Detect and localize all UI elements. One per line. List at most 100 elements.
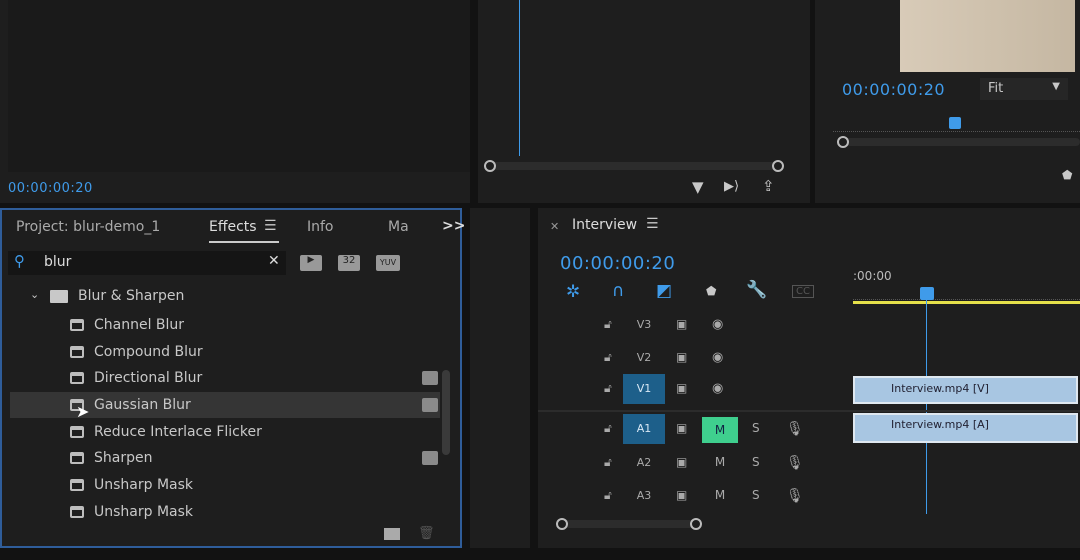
track-target[interactable]: A1 xyxy=(623,414,665,444)
accelerated-effects-filter[interactable]: ▶ xyxy=(300,255,322,271)
zoom-scrollbar[interactable] xyxy=(490,162,780,170)
sync-lock-icon[interactable]: ▣ xyxy=(676,421,687,435)
effect-item[interactable]: Channel Blur xyxy=(10,312,440,338)
work-area-bar[interactable] xyxy=(853,301,1080,304)
playhead[interactable] xyxy=(920,287,934,300)
effect-label: Reduce Interlace Flicker xyxy=(94,424,262,440)
effect-item[interactable]: Unsharp Mask xyxy=(10,472,440,498)
marker-icon[interactable]: ⬟ xyxy=(1062,168,1072,182)
menu-icon[interactable]: ☰ xyxy=(264,218,277,234)
sync-lock-icon[interactable]: ▣ xyxy=(676,381,687,395)
tab-effects[interactable]: Effects xyxy=(209,219,257,235)
effect-item[interactable]: Compound Blur xyxy=(10,339,440,365)
effect-item[interactable]: Directional Blur xyxy=(10,365,440,391)
effect-icon xyxy=(70,372,84,384)
track-target[interactable]: A3 xyxy=(623,481,665,511)
program-monitor: 00:00:00:20 Fit ▼ ⬟ xyxy=(815,0,1080,203)
lock-icon[interactable]: 🔓︎ xyxy=(604,317,612,332)
sequence-tab[interactable]: Interview xyxy=(572,217,637,233)
snap-icon[interactable]: ∩ xyxy=(612,281,624,301)
program-scrollbar[interactable] xyxy=(845,138,1080,146)
timeline-scroll-left[interactable] xyxy=(556,518,568,530)
captions-icon[interactable]: CC xyxy=(792,285,814,298)
microphone-icon[interactable]: 🎙︎ xyxy=(786,455,804,471)
track-header[interactable]: 🔓︎ V2 ▣ ◉ xyxy=(540,343,850,375)
track-target[interactable]: A2 xyxy=(623,448,665,478)
solo-button[interactable]: S xyxy=(752,421,760,435)
tab-markers[interactable]: Ma xyxy=(388,219,409,235)
timeline-scroll-right[interactable] xyxy=(690,518,702,530)
chevron-down-icon: ▼ xyxy=(1052,81,1060,92)
solo-button[interactable]: S xyxy=(752,455,760,469)
effect-item[interactable]: Unsharp Mask xyxy=(10,499,440,525)
track-header[interactable]: 🔓︎ V3 ▣ ◉ xyxy=(540,310,850,342)
tab-project[interactable]: Project: blur-demo_1 xyxy=(16,219,160,235)
source-timecode[interactable]: 00:00:00:20 xyxy=(8,181,93,196)
microphone-icon[interactable]: 🎙︎ xyxy=(786,421,804,437)
yuv-filter[interactable]: YUV xyxy=(376,255,400,271)
lock-icon[interactable]: 🔓︎ xyxy=(604,350,612,365)
eye-icon[interactable]: ◉ xyxy=(712,350,723,365)
track-target[interactable]: V1 xyxy=(623,374,665,404)
close-icon[interactable]: ✕ xyxy=(550,220,559,233)
eye-icon[interactable]: ◉ xyxy=(712,317,723,332)
mute-button[interactable]: M xyxy=(702,417,738,443)
insert-icon[interactable]: ▶⟩ xyxy=(724,179,739,194)
sync-lock-icon[interactable]: ▣ xyxy=(676,350,687,364)
linked-selection-icon[interactable]: ◩ xyxy=(656,281,672,301)
program-scroll-handle[interactable] xyxy=(837,136,849,148)
effect-icon xyxy=(70,452,84,464)
video-clip-label: Interview.mp4 [V] xyxy=(891,382,989,395)
folder-blur-sharpen[interactable]: ⌄ Blur & Sharpen xyxy=(10,286,440,310)
filter-icon[interactable]: ▼ xyxy=(692,178,704,196)
solo-button[interactable]: S xyxy=(752,488,760,502)
clear-search-icon[interactable]: ✕ xyxy=(268,253,280,269)
time-ruler[interactable] xyxy=(853,288,1080,300)
program-playhead[interactable] xyxy=(949,117,961,129)
menu-icon[interactable]: ☰ xyxy=(646,216,659,232)
track-header[interactable]: 🔓︎ V1 ▣ ◉ xyxy=(540,374,850,406)
fit-dropdown[interactable]: Fit ▼ xyxy=(980,78,1068,100)
list-scrollbar[interactable] xyxy=(442,370,450,455)
new-bin-icon[interactable] xyxy=(384,528,400,540)
search-input[interactable]: blur xyxy=(44,254,71,270)
scroll-handle-left[interactable] xyxy=(484,160,496,172)
lock-icon[interactable]: 🔓︎ xyxy=(604,488,612,503)
track-target[interactable]: V3 xyxy=(623,310,665,340)
track-divider xyxy=(538,410,1080,412)
add-marker-icon[interactable]: ⬟ xyxy=(706,284,716,298)
scroll-handle-right[interactable] xyxy=(772,160,784,172)
effect-item[interactable]: Reduce Interlace Flicker xyxy=(10,419,440,445)
microphone-icon[interactable]: 🎙︎ xyxy=(786,488,804,504)
tab-info[interactable]: Info xyxy=(307,219,334,235)
ruler-start-label: :00:00 xyxy=(853,269,892,283)
mute-button[interactable]: M xyxy=(702,488,738,504)
effect-item[interactable]: Gaussian Blur xyxy=(10,392,440,418)
timeline-timecode[interactable]: 00:00:00:20 xyxy=(560,253,675,274)
panel-overflow-button[interactable]: >> xyxy=(442,218,465,234)
sync-lock-icon[interactable]: ▣ xyxy=(676,317,687,331)
lock-icon[interactable]: 🔓︎ xyxy=(604,421,612,436)
track-target[interactable]: V2 xyxy=(623,343,665,373)
audio-clip[interactable]: Interview.mp4 [A] xyxy=(853,413,1078,443)
mute-button[interactable]: M xyxy=(702,455,738,471)
program-timecode[interactable]: 00:00:00:20 xyxy=(842,80,945,99)
lock-icon[interactable]: 🔓︎ xyxy=(604,381,612,396)
search-field[interactable]: ⚲ blur ✕ xyxy=(8,251,286,275)
eye-icon[interactable]: ◉ xyxy=(712,381,723,396)
trash-icon[interactable]: 🗑 xyxy=(418,526,435,541)
lock-icon[interactable]: 🔓︎ xyxy=(604,455,612,470)
timeline-scrollbar[interactable] xyxy=(562,520,698,528)
sync-lock-icon[interactable]: ▣ xyxy=(676,455,687,469)
track-header[interactable]: 🔓︎ A1 ▣ M S 🎙︎ xyxy=(540,414,850,446)
track-header[interactable]: 🔓︎ A3 ▣ M S 🎙︎ xyxy=(540,481,850,513)
nest-icon[interactable]: ✲ xyxy=(566,282,580,302)
effect-item[interactable]: Sharpen xyxy=(10,445,440,471)
export-icon[interactable]: ⇪ xyxy=(762,177,775,195)
track-header[interactable]: 🔓︎ A2 ▣ M S 🎙︎ xyxy=(540,448,850,480)
wrench-icon[interactable]: 🔧 xyxy=(746,280,767,300)
video-clip[interactable]: Interview.mp4 [V] xyxy=(853,376,1078,404)
effect-icon xyxy=(70,479,84,491)
sync-lock-icon[interactable]: ▣ xyxy=(676,488,687,502)
32bit-filter[interactable]: 32 xyxy=(338,255,360,271)
